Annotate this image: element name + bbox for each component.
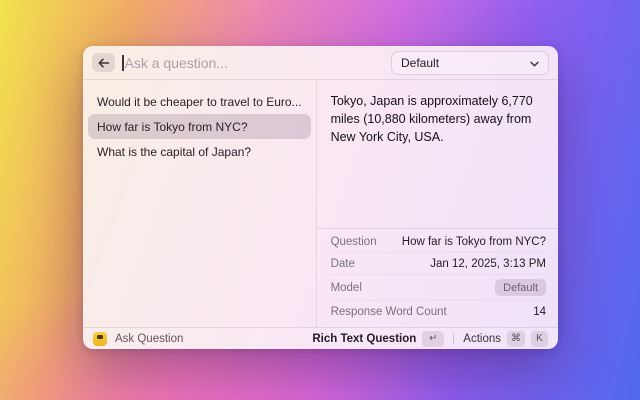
action-bar: Ask Question Rich Text Question ↵ Action… (83, 327, 558, 349)
metadata-row-model: Model Default (331, 275, 546, 301)
metadata-value: 14 (533, 306, 546, 318)
model-dropdown[interactable]: Default (391, 51, 549, 75)
desktop-background: Ask a question... Default Would it be ch… (0, 0, 640, 400)
window-body: Would it be cheaper to travel to Euro...… (83, 80, 558, 327)
metadata-label: Response Word Count (331, 306, 447, 318)
return-key-icon[interactable]: ↵ (422, 331, 444, 347)
detail-panel: Tokyo, Japan is approximately 6,770 mile… (317, 80, 558, 327)
answer-text: Tokyo, Japan is approximately 6,770 mile… (317, 80, 558, 228)
metadata-row-question: Question How far is Tokyo from NYC? (331, 231, 546, 253)
back-arrow-icon (98, 58, 110, 68)
model-dropdown-value: Default (401, 56, 439, 70)
metadata-label: Date (331, 258, 355, 270)
question-input-placeholder: Ask a question... (125, 55, 229, 71)
question-history-list: Would it be cheaper to travel to Euro...… (83, 80, 317, 327)
metadata-value: How far is Tokyo from NYC? (402, 236, 546, 248)
command-name: Ask Question (115, 333, 183, 345)
chevron-down-icon (530, 54, 539, 72)
question-input[interactable]: Ask a question... (122, 46, 391, 79)
model-badge: Default (495, 279, 546, 296)
metadata-row-word-count: Response Word Count 14 (331, 301, 546, 323)
metadata-row-date: Date Jan 12, 2025, 3:13 PM (331, 253, 546, 275)
list-item-question-3[interactable]: What is the capital of Japan? (88, 139, 311, 164)
ask-question-window: Ask a question... Default Would it be ch… (83, 46, 558, 349)
command-key-icon[interactable]: ⌘ (507, 331, 525, 347)
metadata-label: Question (331, 236, 377, 248)
metadata-value: Jan 12, 2025, 3:13 PM (430, 258, 546, 270)
list-item-question-2-selected[interactable]: How far is Tokyo from NYC? (88, 114, 311, 139)
k-key-icon[interactable]: K (531, 331, 548, 347)
text-caret (122, 55, 124, 71)
window-header: Ask a question... Default (83, 46, 558, 80)
footer-separator (453, 333, 454, 344)
metadata-section: Question How far is Tokyo from NYC? Date… (317, 228, 558, 327)
metadata-label: Model (331, 282, 362, 294)
back-button[interactable] (92, 53, 115, 72)
list-item-question-1[interactable]: Would it be cheaper to travel to Euro... (88, 89, 311, 114)
ask-question-icon (93, 332, 107, 346)
rich-text-question-action[interactable]: Rich Text Question (312, 333, 416, 345)
action-bar-right: Rich Text Question ↵ Actions ⌘ K (312, 331, 548, 347)
actions-menu-button[interactable]: Actions (463, 333, 501, 345)
